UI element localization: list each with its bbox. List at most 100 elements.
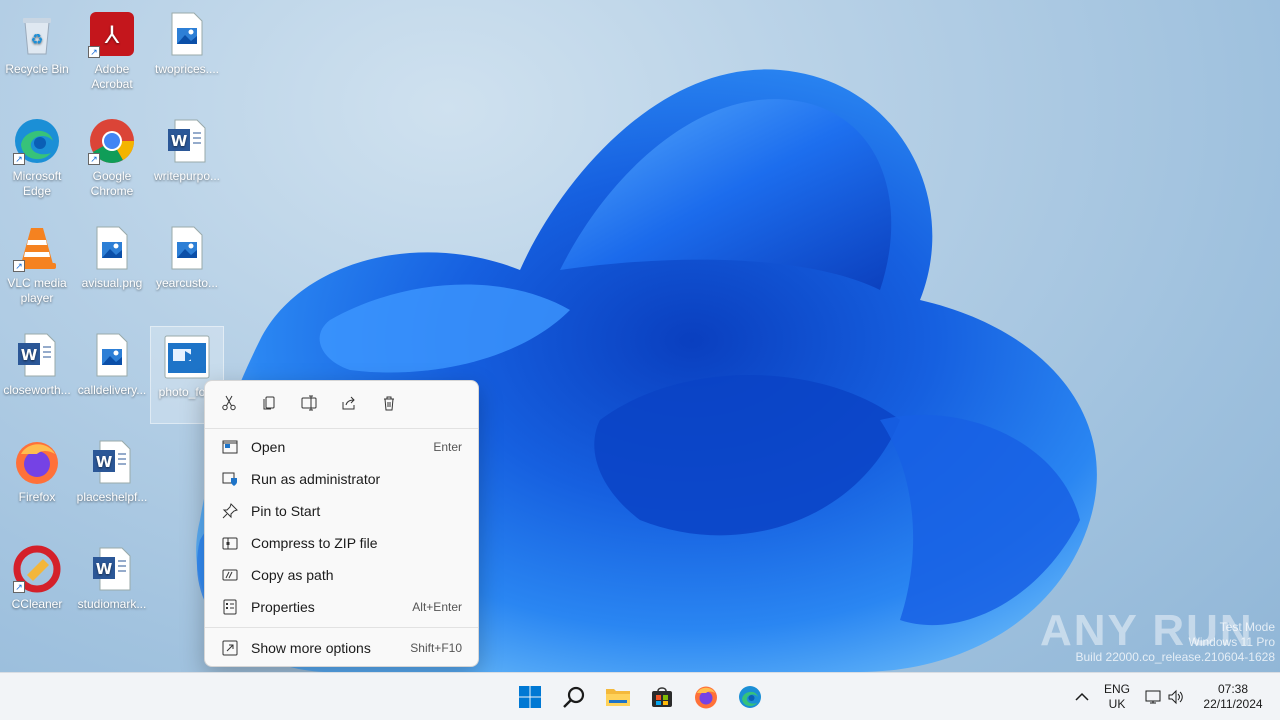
shortcut-arrow-icon: ↗ bbox=[13, 153, 25, 165]
menu-item-shortcut: Enter bbox=[433, 440, 462, 454]
desktop-icon-recycle-bin[interactable]: ♻ Recycle Bin bbox=[0, 4, 74, 102]
properties-icon bbox=[221, 598, 239, 616]
desktop-icon-microsoft-edge[interactable]: ↗ Microsoft Edge bbox=[0, 111, 74, 209]
shortcut-arrow-icon: ↗ bbox=[88, 153, 100, 165]
desktop-icon-label: avisual.png bbox=[81, 276, 143, 290]
desktop-icon-label: VLC media player bbox=[7, 276, 67, 305]
desktop-icon-label: placeshelpf... bbox=[76, 490, 148, 504]
store-icon bbox=[652, 687, 672, 707]
shortcut-arrow-icon: ↗ bbox=[13, 260, 25, 272]
vlc-icon: ↗ bbox=[13, 224, 61, 272]
desktop-icon-adobe-acrobat[interactable]: ⅄ ↗ Adobe Acrobat bbox=[75, 4, 149, 102]
clock-date: 22/11/2024 bbox=[1203, 697, 1263, 711]
menu-item-copy-as-path[interactable]: Copy as path bbox=[209, 560, 474, 590]
menu-item-label: Show more options bbox=[251, 640, 371, 656]
word-doc-icon: W bbox=[13, 331, 61, 379]
delete-icon[interactable] bbox=[375, 389, 403, 417]
zip-icon bbox=[221, 534, 239, 552]
desktop-icon-label: yearcusto... bbox=[155, 276, 219, 290]
desktop-icon-label: twoprices.... bbox=[154, 62, 220, 76]
file-explorer-button[interactable] bbox=[600, 679, 636, 715]
menu-item-open[interactable]: Open Enter bbox=[209, 432, 474, 462]
edge-icon bbox=[739, 686, 761, 708]
menu-item-show-more-options[interactable]: Show more options Shift+F10 bbox=[209, 633, 474, 663]
desktop-icon-vlc[interactable]: ↗ VLC media player bbox=[0, 218, 74, 316]
volume-icon bbox=[1168, 689, 1183, 705]
clock[interactable]: 07:38 22/11/2024 bbox=[1194, 682, 1272, 712]
menu-item-shortcut: Alt+Enter bbox=[412, 600, 462, 614]
svg-text:♻: ♻ bbox=[31, 32, 44, 48]
desktop-icon-yearcusto[interactable]: yearcusto... bbox=[150, 218, 224, 316]
quick-settings-button[interactable] bbox=[1140, 679, 1190, 715]
svg-text:W: W bbox=[96, 560, 113, 578]
word-doc-icon: W bbox=[163, 117, 211, 165]
separator bbox=[205, 428, 478, 429]
network-icon bbox=[1145, 690, 1161, 704]
language-indicator[interactable]: ENG UK bbox=[1100, 682, 1134, 712]
desktop-icon-label: Firefox bbox=[18, 490, 56, 504]
open-icon bbox=[221, 438, 239, 456]
svg-text:W: W bbox=[21, 346, 38, 364]
microsoft-store-button[interactable] bbox=[644, 679, 680, 715]
desktop-icon-label: closeworth... bbox=[3, 383, 71, 397]
copy-icon[interactable] bbox=[255, 389, 283, 417]
start-button[interactable] bbox=[512, 679, 548, 715]
ccleaner-icon: ↗ bbox=[13, 545, 61, 593]
edge-icon: ↗ bbox=[13, 117, 61, 165]
clock-time: 07:38 bbox=[1217, 682, 1249, 696]
word-doc-icon: W bbox=[88, 438, 136, 486]
more-options-icon bbox=[221, 639, 239, 657]
desktop-icon-label: Microsoft Edge bbox=[12, 169, 62, 198]
search-button[interactable] bbox=[556, 679, 592, 715]
show-hidden-icons-button[interactable] bbox=[1064, 679, 1100, 715]
taskbar: ENG UK 07:38 22/11/2024 bbox=[0, 672, 1280, 720]
firefox-taskbar-button[interactable] bbox=[688, 679, 724, 715]
search-icon bbox=[563, 686, 585, 708]
shield-icon bbox=[221, 470, 239, 488]
desktop-icon-studiomark[interactable]: W studiomark... bbox=[75, 539, 149, 637]
separator bbox=[205, 627, 478, 628]
desktop-icon-avisual[interactable]: avisual.png bbox=[75, 218, 149, 316]
svg-text:⅄: ⅄ bbox=[104, 21, 120, 49]
image-file-icon bbox=[88, 331, 136, 379]
desktop-icon-label: Google Chrome bbox=[90, 169, 134, 198]
menu-item-properties[interactable]: Properties Alt+Enter bbox=[209, 592, 474, 622]
watermark-line: Windows 11 Pro bbox=[1188, 635, 1275, 649]
shortcut-arrow-icon: ↗ bbox=[13, 581, 25, 593]
menu-item-run-as-administrator[interactable]: Run as administrator bbox=[209, 464, 474, 494]
desktop-icon-twoprices[interactable]: twoprices.... bbox=[150, 4, 224, 102]
desktop-icon-label: Adobe Acrobat bbox=[91, 62, 133, 91]
video-file-icon bbox=[163, 333, 211, 381]
desktop-icon-label: writepurpo... bbox=[153, 169, 221, 183]
menu-item-label: Pin to Start bbox=[251, 503, 321, 519]
desktop-icon-google-chrome[interactable]: ↗ Google Chrome bbox=[75, 111, 149, 209]
desktop-icon-label: Recycle Bin bbox=[5, 62, 69, 76]
test-mode-watermark: Test Mode Windows 11 Pro Build 22000.co_… bbox=[1076, 620, 1276, 665]
svg-text:W: W bbox=[96, 453, 113, 471]
cut-icon[interactable] bbox=[215, 389, 243, 417]
image-file-icon bbox=[163, 10, 211, 58]
image-file-icon bbox=[163, 224, 211, 272]
desktop-icon-closeworth[interactable]: W closeworth... bbox=[0, 325, 74, 423]
start-icon bbox=[519, 686, 541, 708]
menu-item-label: Compress to ZIP file bbox=[251, 535, 378, 551]
desktop-icon-ccleaner[interactable]: ↗ CCleaner bbox=[0, 539, 74, 637]
word-doc-icon: W bbox=[88, 545, 136, 593]
chevron-up-icon bbox=[1075, 692, 1089, 701]
menu-item-compress-zip[interactable]: Compress to ZIP file bbox=[209, 528, 474, 558]
svg-text:W: W bbox=[171, 132, 188, 150]
share-icon[interactable] bbox=[335, 389, 363, 417]
edge-taskbar-button[interactable] bbox=[732, 679, 768, 715]
menu-item-label: Run as administrator bbox=[251, 471, 381, 487]
recycle-bin-icon: ♻ bbox=[13, 10, 61, 58]
desktop-icon-firefox[interactable]: Firefox bbox=[0, 432, 74, 530]
rename-icon[interactable] bbox=[295, 389, 323, 417]
menu-item-pin-to-start[interactable]: Pin to Start bbox=[209, 496, 474, 526]
language-code: ENG bbox=[1103, 682, 1130, 696]
desktop-icon-calldelivery[interactable]: calldelivery... bbox=[75, 325, 149, 423]
desktop-icon-label: CCleaner bbox=[11, 597, 63, 611]
desktop-icon-placeshelpf[interactable]: W placeshelpf... bbox=[75, 432, 149, 530]
desktop-icon-writepurpo[interactable]: W writepurpo... bbox=[150, 111, 224, 209]
context-menu: Open Enter Run as administrator Pin to S… bbox=[204, 380, 479, 667]
context-menu-toolbar bbox=[205, 381, 478, 425]
